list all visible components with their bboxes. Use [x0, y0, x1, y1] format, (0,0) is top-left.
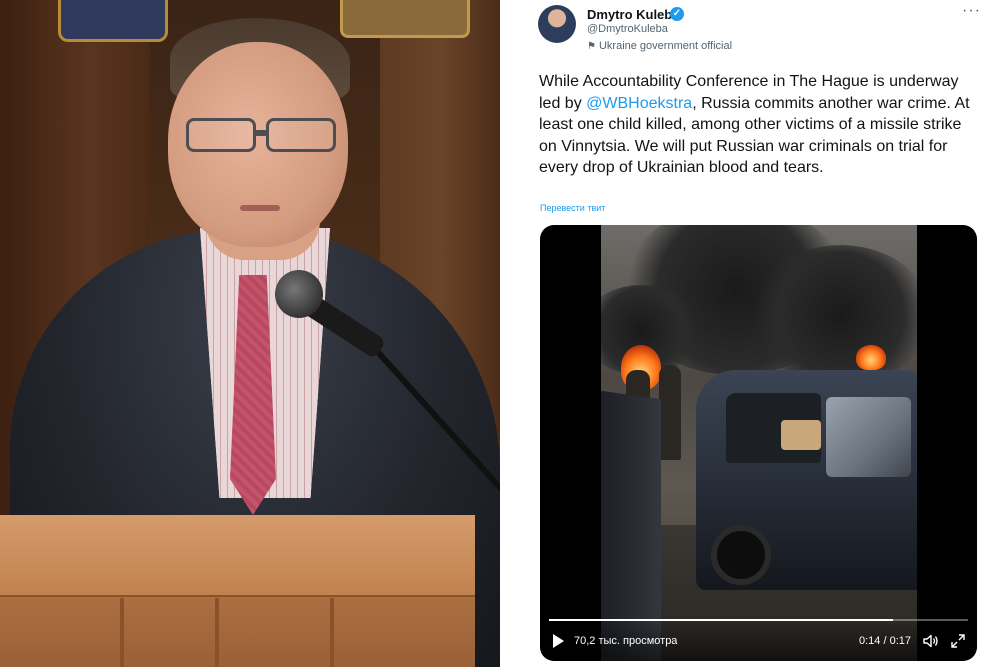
translate-tweet-link[interactable]: Перевести твит: [540, 203, 605, 213]
podium-seam: [330, 598, 334, 667]
video-progress-bar[interactable]: [549, 619, 968, 621]
podium-seam: [120, 598, 124, 667]
fullscreen-icon[interactable]: [951, 634, 965, 648]
play-icon[interactable]: [553, 634, 564, 648]
author-avatar[interactable]: [538, 5, 576, 43]
video-time: 0:14 / 0:17: [859, 635, 911, 647]
government-label: ⚑ Ukraine government official: [587, 40, 732, 52]
emblem-right: [340, 0, 470, 38]
government-label-text: Ukraine government official: [598, 40, 733, 52]
more-options-icon[interactable]: ···: [962, 2, 981, 20]
mouth: [240, 205, 280, 211]
microphone-icon: [275, 270, 323, 318]
glasses: [180, 118, 340, 154]
tweet-text: While Accountability Conference in The H…: [539, 71, 979, 179]
view-count: 70,2 тыс. просмотра: [574, 635, 678, 647]
podium-seam: [215, 598, 219, 667]
mention-link[interactable]: @WBHoekstra: [586, 95, 692, 112]
author-handle[interactable]: @DmytroKuleba: [587, 23, 668, 35]
author-name[interactable]: Dmytro Kuleba: [587, 7, 679, 22]
verified-badge-icon: ✓: [670, 7, 684, 21]
video-progress-fill: [549, 619, 893, 621]
video-frame: [601, 225, 917, 661]
emblem-left: [58, 0, 168, 42]
podium-top: [0, 515, 475, 597]
volume-icon[interactable]: [923, 634, 939, 648]
flag-icon: ⚑: [587, 41, 596, 52]
speaker-photo: [0, 0, 500, 667]
video-player[interactable]: 70,2 тыс. просмотра 0:14 / 0:17: [540, 225, 977, 661]
